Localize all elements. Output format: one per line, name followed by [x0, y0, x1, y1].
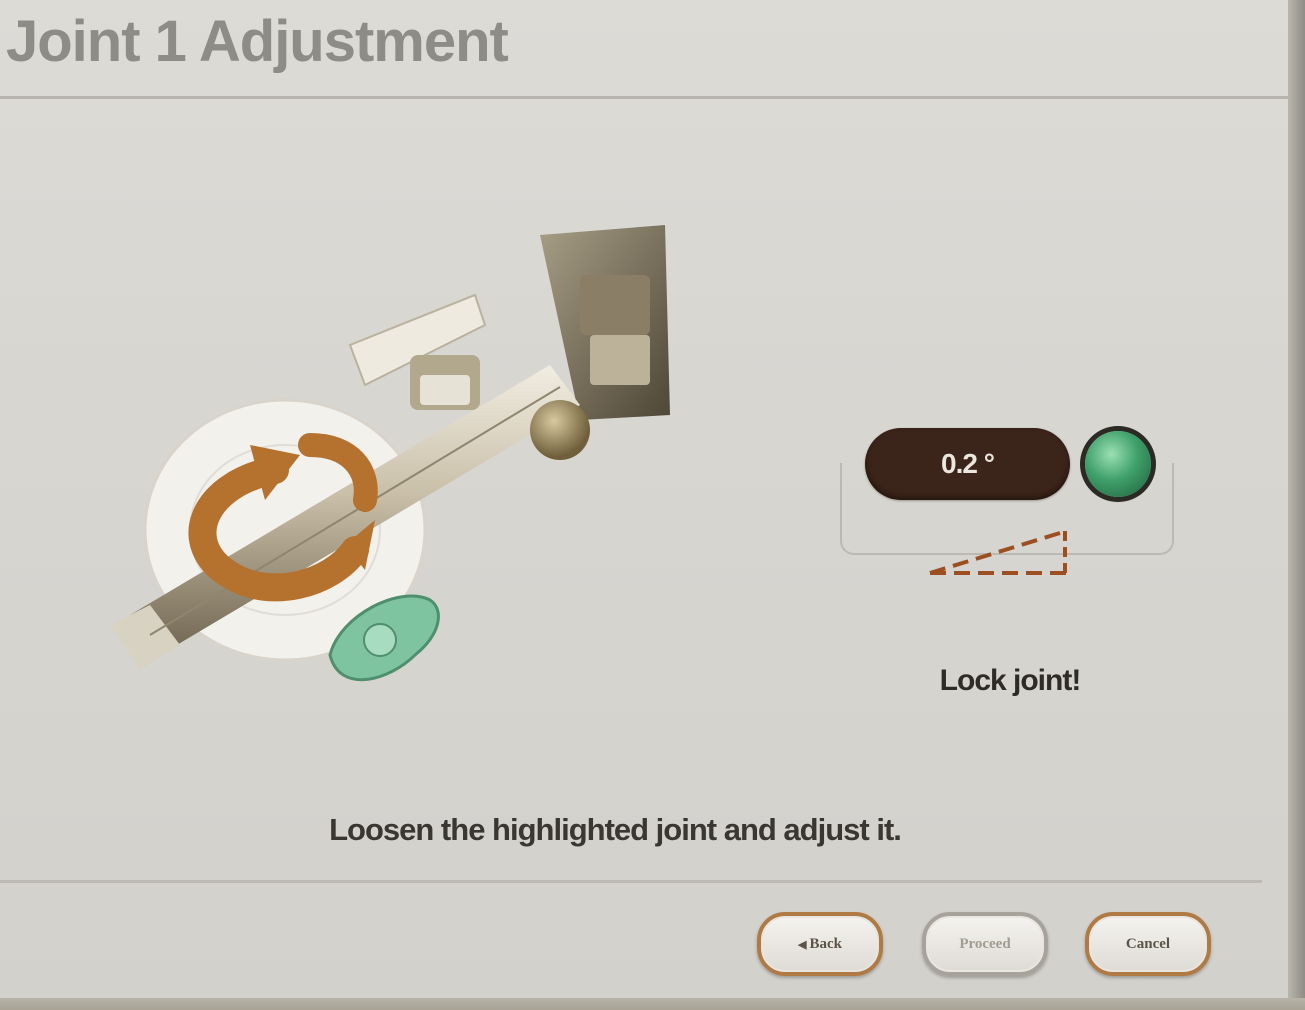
back-arrow-icon: ◀: [798, 938, 807, 951]
angle-deviation-icon: [929, 531, 1070, 575]
joint-illustration: [110, 215, 680, 715]
angle-readout: 0.2 °: [840, 425, 1180, 595]
status-indicator-icon: [1085, 431, 1151, 497]
proceed-button[interactable]: Proceed: [922, 912, 1048, 976]
main-screen: Joint 1 Adjustment 0.2 ° Lock joint! Loo…: [0, 0, 1288, 1000]
monitor-bezel-right: [1288, 0, 1305, 1010]
joint-diagram: [110, 225, 670, 682]
adjust-knob: [530, 400, 590, 460]
footer-divider: [0, 880, 1262, 883]
back-button-label: Back: [809, 935, 842, 952]
monitor-bezel-bottom: [0, 998, 1305, 1010]
page-title: Joint 1 Adjustment: [6, 9, 509, 74]
lock-handle: [348, 293, 487, 410]
back-button[interactable]: ◀ Back: [757, 912, 883, 976]
angle-value-display: 0.2 °: [865, 428, 1070, 500]
status-message: Lock joint!: [939, 664, 1082, 697]
cancel-button-label: Cancel: [1125, 935, 1171, 952]
proceed-button-label: Proceed: [959, 935, 1011, 952]
header-divider: [0, 96, 1288, 99]
header: Joint 1 Adjustment: [0, 0, 1288, 100]
angle-value-text: 0.2 °: [941, 448, 995, 479]
cancel-button[interactable]: Cancel: [1085, 912, 1211, 976]
instruction-text: Loosen the highlighted joint and adjust …: [329, 812, 902, 847]
